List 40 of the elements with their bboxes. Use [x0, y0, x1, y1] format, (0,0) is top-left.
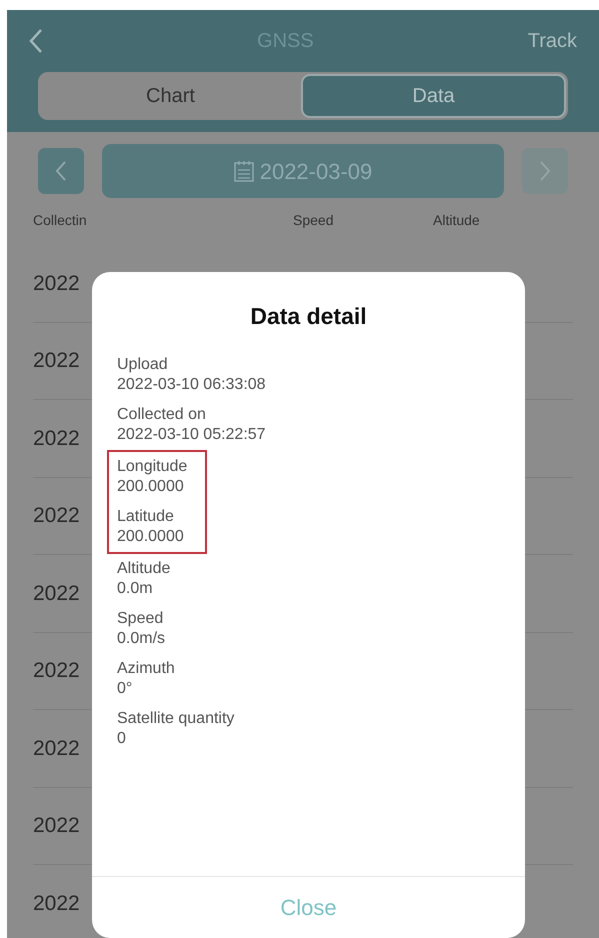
next-day-button[interactable]	[522, 148, 568, 194]
previous-day-button[interactable]	[38, 148, 84, 194]
row-time: 2022	[33, 348, 80, 374]
row-time: 2022	[33, 658, 80, 684]
field-label: Speed	[117, 608, 164, 628]
field-label: Longitude	[117, 456, 188, 476]
column-header: Speed	[293, 211, 334, 230]
row-time: 2022	[33, 426, 80, 452]
row-time: 2022	[33, 270, 80, 296]
track-link[interactable]: Track	[528, 26, 577, 56]
column-header: Altitude	[433, 211, 480, 230]
date-picker-button[interactable]: 2022-03-09	[102, 144, 504, 198]
row-time: 2022	[33, 813, 80, 839]
segment-tab[interactable]: Chart	[40, 74, 301, 118]
dialog-title: Data detail	[249, 302, 368, 331]
field-label: Satellite quantity	[117, 708, 234, 728]
field-label: Collected on	[117, 404, 207, 424]
field-label: Altitude	[117, 558, 172, 578]
field-value: 0.0m	[117, 578, 154, 598]
column-header: Collectin	[33, 211, 88, 230]
field-label: Upload	[117, 354, 169, 374]
chevron-right-icon	[539, 160, 551, 182]
row-time: 2022	[33, 890, 80, 916]
chevron-left-icon	[55, 160, 67, 182]
field-value: 200.0000	[117, 476, 185, 496]
row-time: 2022	[33, 580, 80, 606]
field-label: Azimuth	[117, 658, 176, 678]
field-value: 2022-03-10 05:22:57	[117, 424, 266, 444]
row-time: 2022	[33, 503, 80, 529]
close-button[interactable]: Close	[92, 876, 525, 938]
segment-tab[interactable]: Data	[301, 74, 566, 118]
field-value: 200.0000	[117, 526, 185, 546]
field-value: 0°	[117, 678, 134, 698]
back-icon[interactable]	[29, 28, 43, 54]
field-label: Latitude	[117, 506, 175, 526]
field-value: 0	[117, 728, 127, 748]
row-time: 2022	[33, 736, 80, 762]
field-value: 2022-03-10 06:33:08	[117, 374, 266, 394]
field-value: 0.0m/s	[117, 628, 166, 648]
calendar-icon	[234, 160, 254, 182]
